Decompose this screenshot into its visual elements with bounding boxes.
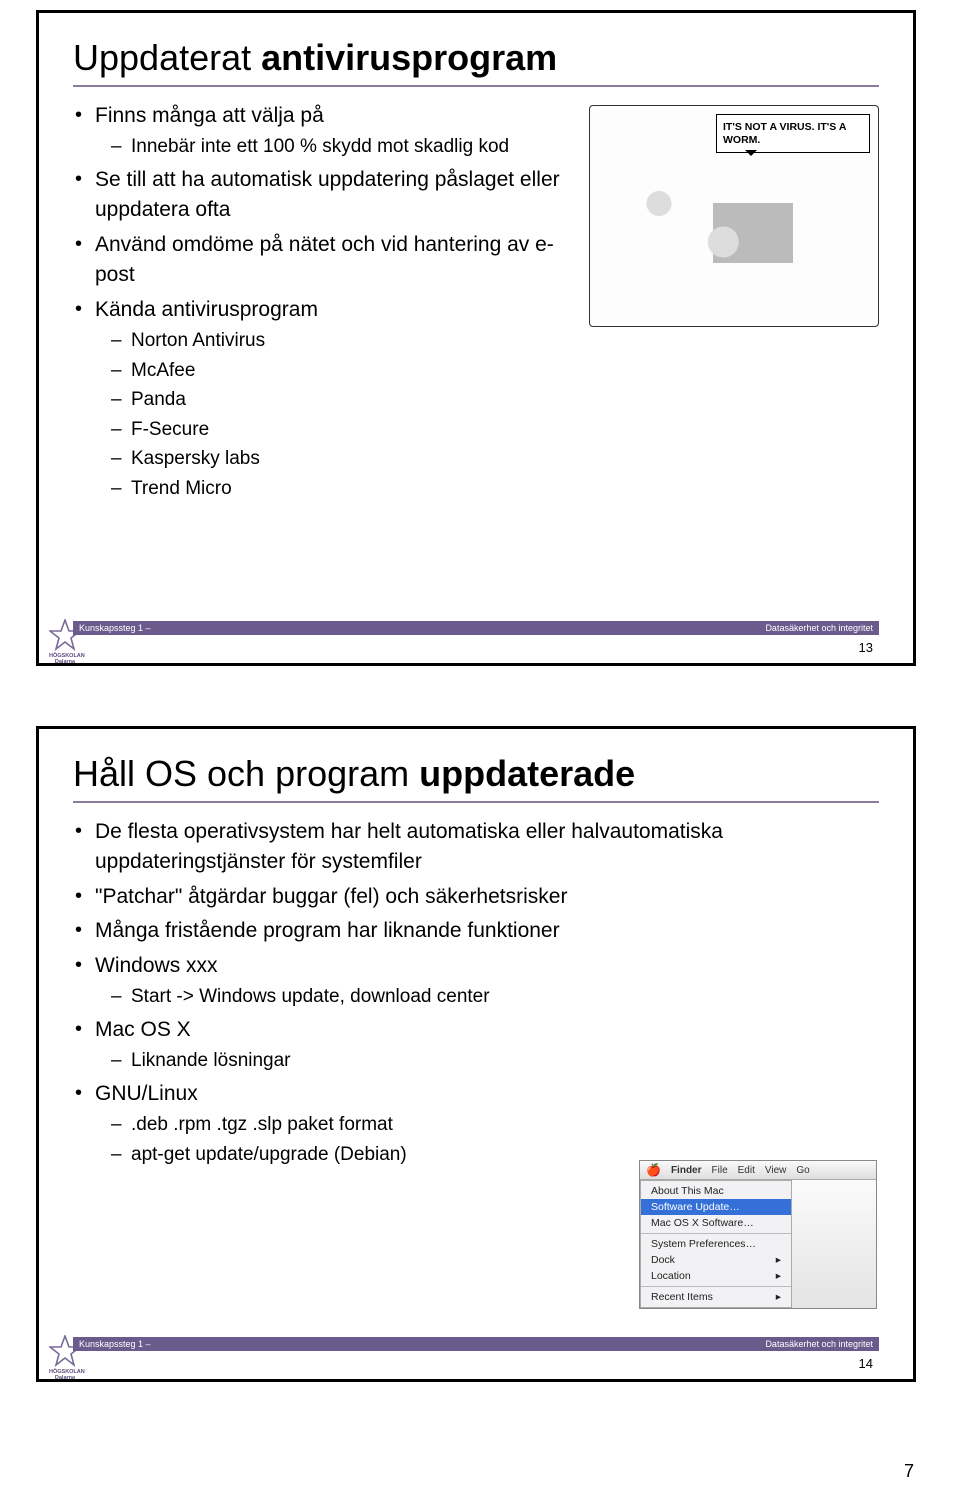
footer-left: Kunskapssteg 1 – [79,1339,151,1349]
bullet-text: Finns många att välja på [95,104,324,127]
chevron-right-icon: ▸ [776,1270,781,1282]
cartoon-image: IT'S NOT A VIRUS. IT'S A WORM. [589,105,879,327]
title-underline [73,85,879,87]
menu-item-selected: Software Update… [641,1199,791,1215]
slide-title: Håll OS och program uppdaterade [73,753,879,795]
title-bold: uppdaterade [419,753,635,794]
slide-number: 14 [859,1356,873,1371]
menu-item: About This Mac [641,1183,791,1199]
page-number: 7 [904,1461,914,1482]
logo-text: HÖGSKOLAN Dalarna [49,654,81,665]
bullet-item: De flesta operativsystem har helt automa… [73,817,879,878]
bullet-item: Mac OS X Liknande lösningar [73,1015,879,1075]
menu-separator [641,1233,791,1234]
menubar-item: View [765,1165,787,1176]
logo-text: HÖGSKOLAN Dalarna [49,1370,81,1381]
slide-number: 13 [859,640,873,655]
sub-item: F-Secure [95,416,573,444]
slide-2: Håll OS och program uppdaterade De flest… [36,726,916,1382]
menubar-item: File [712,1165,728,1176]
mac-dropdown: About This Mac Software Update… Mac OS X… [640,1180,792,1308]
slide-body: Finns många att välja på Innebär inte et… [73,101,879,506]
mac-menu-image: 🍎 Finder File Edit View Go About This Ma… [639,1160,877,1309]
sub-item: Trend Micro [95,475,573,503]
footer-right: Datasäkerhet och integritet [765,1339,873,1349]
slide-body: De flesta operativsystem har helt automa… [73,817,879,1168]
content-right: IT'S NOT A VIRUS. IT'S A WORM. [589,101,879,506]
sub-item: Start -> Windows update, download center [95,983,879,1011]
menu-item: Dock▸ [641,1252,791,1268]
title-bold: antivirusprogram [261,37,557,78]
bullet-text: Mac OS X [95,1018,191,1041]
bullet-list: De flesta operativsystem har helt automa… [73,817,879,1168]
menu-item: Mac OS X Software… [641,1215,791,1231]
sub-item: Liknande lösningar [95,1047,879,1075]
menu-item: Location▸ [641,1268,791,1284]
sub-item: .deb .rpm .tgz .slp paket format [95,1111,879,1139]
menubar-item: Edit [738,1165,755,1176]
speech-bubble: IT'S NOT A VIRUS. IT'S A WORM. [716,114,870,153]
bullet-item: Se till att ha automatisk uppdatering på… [73,165,573,226]
bullet-text: Kända antivirusprogram [95,298,318,321]
sub-item: Panda [95,386,573,414]
menubar-item: Finder [671,1165,702,1176]
slide-1: Uppdaterat antivirusprogram Finns många … [36,10,916,666]
menu-item: Recent Items▸ [641,1289,791,1305]
bullet-item: Finns många att välja på Innebär inte et… [73,101,573,161]
bullet-item: Använd omdöme på nätet och vid hantering… [73,230,573,291]
bullet-text: Windows xxx [95,954,218,977]
title-underline [73,801,879,803]
page: Uppdaterat antivirusprogram Finns många … [0,0,960,1500]
title-plain: Uppdaterat [73,37,261,78]
footer-bar: Kunskapssteg 1 – Datasäkerhet och integr… [73,1337,879,1351]
chevron-right-icon: ▸ [776,1291,781,1303]
bullet-item: GNU/Linux .deb .rpm .tgz .slp paket form… [73,1079,879,1169]
mac-menu: 🍎 Finder File Edit View Go About This Ma… [639,1160,877,1309]
mac-menubar: 🍎 Finder File Edit View Go [640,1161,876,1180]
bullet-item: "Patchar" åtgärdar buggar (fel) och säke… [73,882,879,912]
title-plain: Håll OS och program [73,753,419,794]
sub-item: Norton Antivirus [95,327,573,355]
menubar-item: Go [796,1165,809,1176]
bullet-item: Windows xxx Start -> Windows update, dow… [73,951,879,1011]
bullet-item: Många fristående program har liknande fu… [73,916,879,946]
footer-left: Kunskapssteg 1 – [79,623,151,633]
menu-item: System Preferences… [641,1236,791,1252]
footer-right: Datasäkerhet och integritet [765,623,873,633]
sub-item: Kaspersky labs [95,445,573,473]
bullet-text: GNU/Linux [95,1082,198,1105]
content-left: Finns många att välja på Innebär inte et… [73,101,573,506]
footer-bar: Kunskapssteg 1 – Datasäkerhet och integr… [73,621,879,635]
bullet-item: Kända antivirusprogram Norton Antivirus … [73,295,573,503]
chevron-right-icon: ▸ [776,1254,781,1266]
menu-separator [641,1286,791,1287]
cartoon-doodle [600,168,868,316]
sub-item: Innebär inte ett 100 % skydd mot skadlig… [95,133,573,161]
slide-title: Uppdaterat antivirusprogram [73,37,879,79]
apple-icon: 🍎 [646,1163,661,1177]
sub-item: McAfee [95,357,573,385]
bullet-list: Finns många att välja på Innebär inte et… [73,101,573,502]
